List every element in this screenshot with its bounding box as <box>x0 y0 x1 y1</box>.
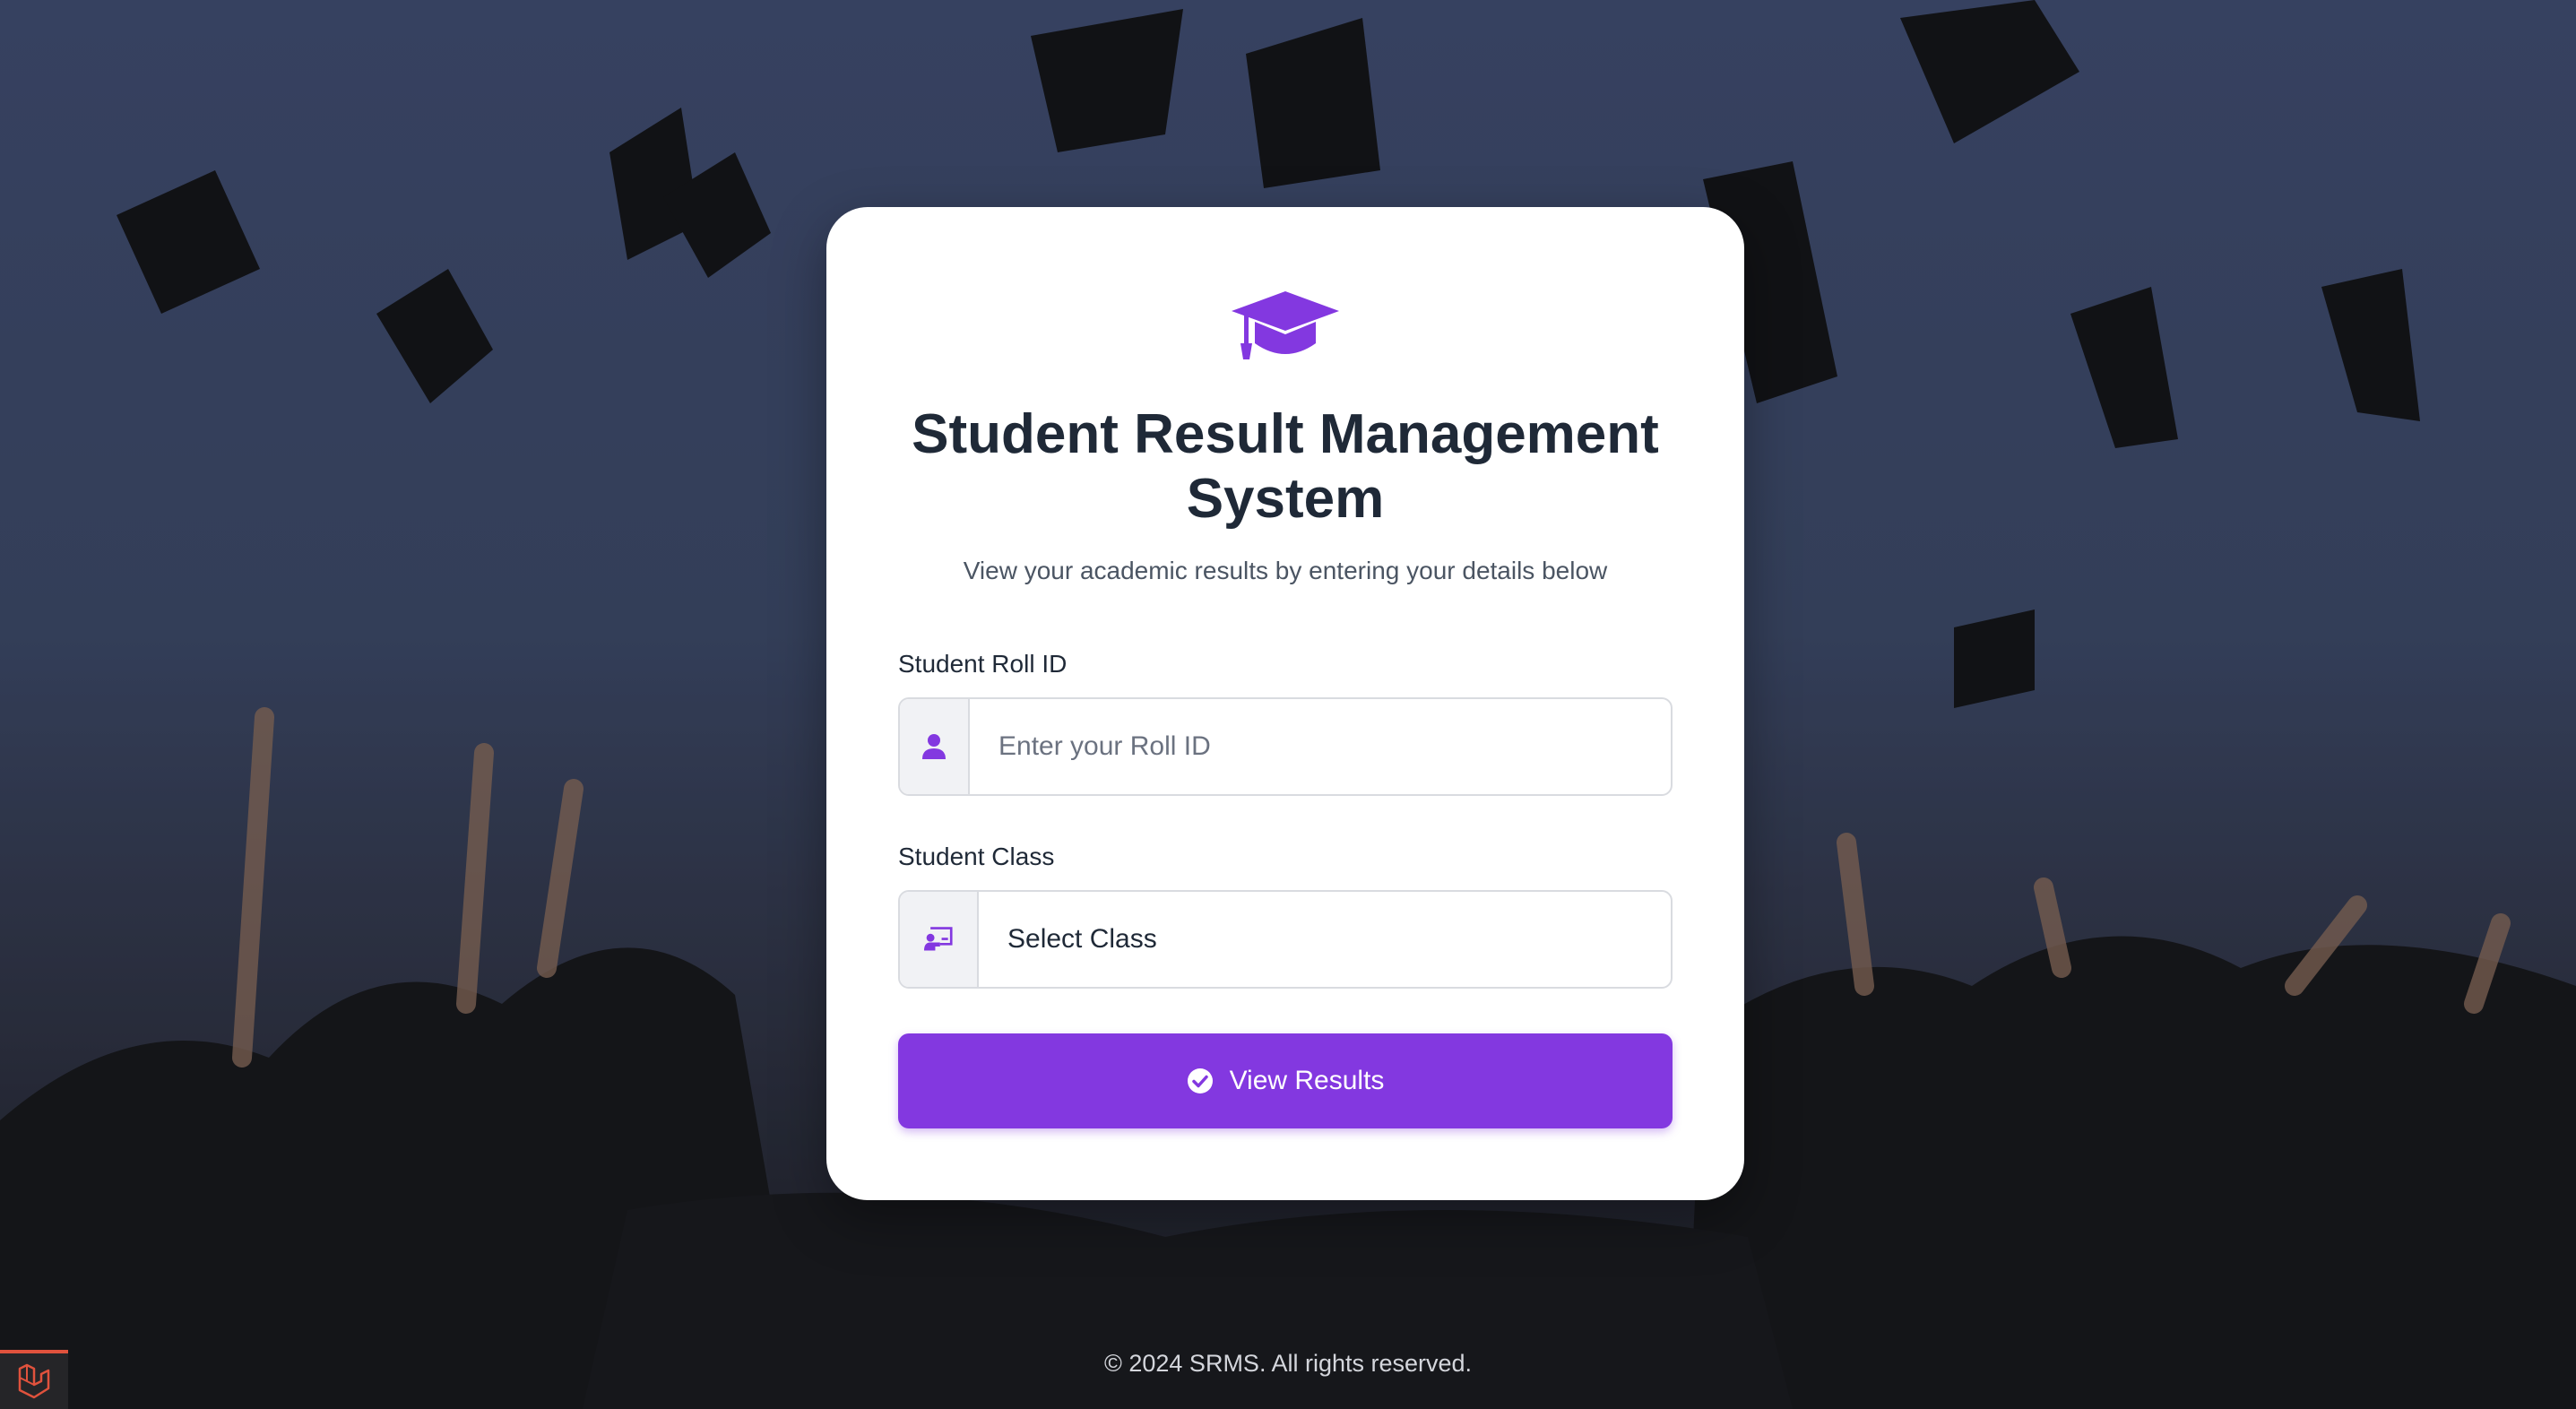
result-lookup-card: Student Result Management System View yo… <box>826 207 1744 1200</box>
view-results-label: View Results <box>1229 1066 1385 1095</box>
view-results-button[interactable]: View Results <box>898 1033 1673 1128</box>
footer-copyright: © 2024 SRMS. All rights reserved. <box>1103 1350 1473 1377</box>
check-circle-icon <box>1187 1068 1213 1093</box>
debug-toolbar-toggle[interactable] <box>0 1350 68 1409</box>
page-title: Student Result Management System <box>912 403 1659 530</box>
graduation-cap-icon <box>1232 291 1339 359</box>
class-addon <box>900 892 979 987</box>
page: Student Result Management System View yo… <box>0 0 2576 1409</box>
roll-id-input-group <box>898 697 1673 796</box>
class-select-group: Select Class <box>898 890 1673 989</box>
page-subtitle: View your academic results by entering y… <box>963 557 1608 584</box>
class-select[interactable]: Select Class <box>979 892 1671 987</box>
laravel-icon <box>18 1363 50 1399</box>
roll-id-label: Student Roll ID <box>898 650 1068 678</box>
roll-id-addon <box>900 699 970 794</box>
class-select-value: Select Class <box>1007 924 1157 954</box>
chalkboard-teacher-icon <box>924 927 953 951</box>
class-label: Student Class <box>898 843 1055 870</box>
user-icon <box>922 734 946 759</box>
roll-id-input[interactable] <box>970 699 1671 794</box>
